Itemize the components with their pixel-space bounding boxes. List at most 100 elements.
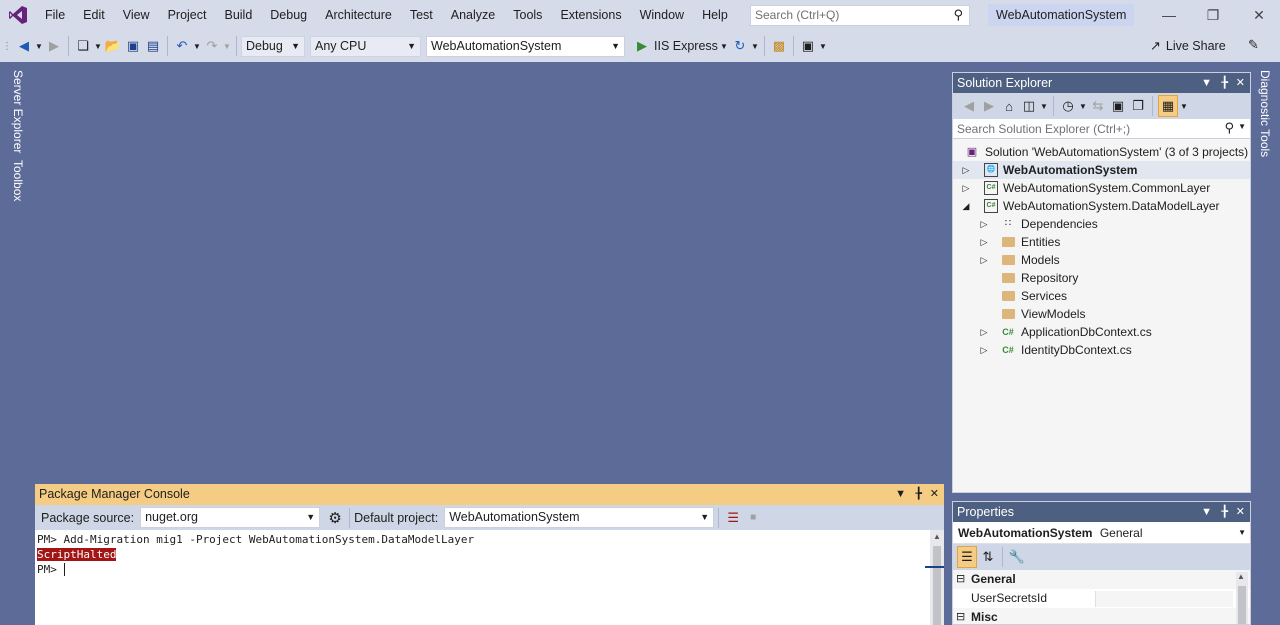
run-target-dropdown-icon[interactable]: ▼: [719, 35, 729, 57]
toolbar-options-icon[interactable]: ▼: [819, 35, 827, 57]
collapse-icon[interactable]: ⊟: [956, 570, 965, 589]
browser-link-icon[interactable]: ▩: [770, 35, 788, 57]
alphabetical-icon[interactable]: ⇅: [979, 546, 997, 568]
window-position-icon[interactable]: ▼: [895, 484, 906, 505]
property-value[interactable]: [1095, 591, 1233, 607]
pin-icon[interactable]: ╊: [1221, 73, 1228, 93]
solution-explorer-search-input[interactable]: Search Solution Explorer (Ctrl+;) ⚲ ▼: [953, 119, 1250, 139]
scroll-up-icon[interactable]: ▲: [1237, 572, 1245, 581]
close-icon[interactable]: ✕: [1236, 0, 1280, 30]
menu-project[interactable]: Project: [159, 0, 216, 30]
back-icon[interactable]: ◀: [960, 95, 978, 117]
menu-window[interactable]: Window: [631, 0, 693, 30]
property-pages-icon[interactable]: 🔧: [1008, 546, 1026, 568]
package-source-select[interactable]: nuget.org ▼: [140, 507, 321, 528]
expand-icon[interactable]: ▷: [978, 341, 990, 359]
forward-icon[interactable]: ▶: [980, 95, 998, 117]
tree-node-project[interactable]: ◢ C# WebAutomationSystem.DataModelLayer: [953, 197, 1250, 215]
tree-node-folder[interactable]: ▷ Models: [953, 251, 1250, 269]
stop-command-icon[interactable]: ■: [744, 507, 762, 529]
tree-node-folder[interactable]: Services: [953, 287, 1250, 305]
run-target-button[interactable]: IIS Express: [654, 39, 718, 53]
quick-launch-search-input[interactable]: Search (Ctrl+Q) ⚲: [750, 5, 970, 26]
undo-icon[interactable]: ↶: [173, 35, 191, 57]
close-icon[interactable]: ✕: [1236, 502, 1245, 522]
navigate-forward-icon[interactable]: ▶: [45, 35, 63, 57]
switch-views-icon[interactable]: ◫: [1020, 95, 1038, 117]
tree-node-folder[interactable]: ▷ Entities: [953, 233, 1250, 251]
show-all-files-icon[interactable]: ❐: [1129, 95, 1147, 117]
menu-build[interactable]: Build: [215, 0, 261, 30]
sync-icon[interactable]: ⇆: [1089, 95, 1107, 117]
redo-dropdown-icon[interactable]: ▼: [223, 35, 231, 57]
expand-icon[interactable]: ▷: [978, 233, 990, 251]
tree-node-project[interactable]: ▷ 🌐 WebAutomationSystem: [953, 161, 1250, 179]
minimize-icon[interactable]: —: [1146, 0, 1192, 30]
console-output[interactable]: PM> Add-Migration mig1 -Project WebAutom…: [35, 530, 930, 625]
screenshot-icon[interactable]: ▣: [799, 35, 817, 57]
menu-file[interactable]: File: [36, 0, 74, 30]
save-icon[interactable]: ▣: [124, 35, 142, 57]
tree-node-project[interactable]: ▷ C# WebAutomationSystem.CommonLayer: [953, 179, 1250, 197]
scrollbar-thumb[interactable]: [1238, 586, 1246, 624]
restore-icon[interactable]: ❐: [1190, 0, 1236, 30]
open-folder-icon[interactable]: 📂: [104, 35, 122, 57]
redo-icon[interactable]: ↷: [203, 35, 221, 57]
menu-help[interactable]: Help: [693, 0, 737, 30]
pending-changes-icon[interactable]: ◷: [1059, 95, 1077, 117]
clear-console-icon[interactable]: ☰: [724, 507, 742, 529]
tree-node-folder[interactable]: ViewModels: [953, 305, 1250, 323]
server-explorer-tab[interactable]: Server Explorer: [11, 70, 25, 153]
home-icon[interactable]: ⌂: [1000, 95, 1018, 117]
close-icon[interactable]: ✕: [1236, 73, 1245, 93]
expand-icon[interactable]: ▷: [978, 323, 990, 341]
new-dropdown-icon[interactable]: ▼: [94, 35, 102, 57]
tree-node-solution[interactable]: ▣ Solution 'WebAutomationSystem' (3 of 3…: [953, 143, 1250, 161]
start-debugging-icon[interactable]: ▶: [633, 35, 651, 57]
menu-tools[interactable]: Tools: [504, 0, 551, 30]
scroll-up-icon[interactable]: ▲: [933, 532, 941, 541]
new-project-icon[interactable]: ❏: [74, 35, 92, 57]
menu-edit[interactable]: Edit: [74, 0, 114, 30]
diagnostic-tools-tab[interactable]: Diagnostic Tools: [1258, 70, 1272, 157]
expand-icon[interactable]: ▷: [960, 179, 972, 197]
startup-project-select[interactable]: WebAutomationSystem ▼: [426, 35, 625, 57]
console-scrollbar[interactable]: ▲: [930, 530, 944, 625]
back-dropdown-icon[interactable]: ▼: [35, 35, 43, 57]
close-icon[interactable]: ✕: [930, 484, 939, 505]
default-project-select[interactable]: WebAutomationSystem ▼: [444, 507, 715, 528]
console-prompt-line[interactable]: PM> ​: [37, 562, 928, 577]
collapse-icon[interactable]: ⊟: [956, 608, 965, 624]
switch-views-dropdown-icon[interactable]: ▼: [1040, 95, 1048, 117]
menu-architecture[interactable]: Architecture: [316, 0, 401, 30]
search-options-icon[interactable]: ▼: [1238, 122, 1246, 131]
expand-icon[interactable]: ▷: [978, 215, 990, 233]
refresh-icon[interactable]: ↻: [731, 35, 749, 57]
save-all-icon[interactable]: ▤: [144, 35, 162, 57]
expand-icon[interactable]: ▷: [978, 251, 990, 269]
tree-node-file[interactable]: ▷ C# ApplicationDbContext.cs: [953, 323, 1250, 341]
properties-scrollbar[interactable]: ▲: [1236, 572, 1248, 624]
preview-selected-icon[interactable]: ▦: [1158, 95, 1178, 117]
toolbox-tab[interactable]: Toolbox: [11, 160, 25, 201]
pin-icon[interactable]: ╊: [915, 484, 922, 505]
navigate-back-icon[interactable]: ◀: [15, 35, 33, 57]
category-misc[interactable]: ⊟ Misc: [953, 608, 1250, 624]
solution-configuration-select[interactable]: Debug ▼: [241, 35, 305, 57]
collapse-all-icon[interactable]: ▣: [1109, 95, 1127, 117]
property-row[interactable]: UserSecretsId: [953, 589, 1250, 608]
tree-node-dependencies[interactable]: ▷ ∷ Dependencies: [953, 215, 1250, 233]
undo-dropdown-icon[interactable]: ▼: [193, 35, 201, 57]
categorized-icon[interactable]: ☰: [957, 546, 977, 568]
expand-icon[interactable]: ▷: [960, 161, 972, 179]
menu-test[interactable]: Test: [401, 0, 442, 30]
properties-object-select[interactable]: WebAutomationSystem General ▼: [953, 522, 1250, 544]
solution-platform-select[interactable]: Any CPU ▼: [310, 35, 421, 57]
tree-node-file[interactable]: ▷ C# IdentityDbContext.cs: [953, 341, 1250, 359]
category-general[interactable]: ⊟ General: [953, 570, 1250, 589]
menu-debug[interactable]: Debug: [261, 0, 316, 30]
menu-analyze[interactable]: Analyze: [442, 0, 504, 30]
scrollbar-thumb[interactable]: [933, 546, 941, 625]
feedback-icon[interactable]: ✎: [1248, 37, 1259, 53]
settings-gear-icon[interactable]: ⚙: [326, 507, 344, 529]
